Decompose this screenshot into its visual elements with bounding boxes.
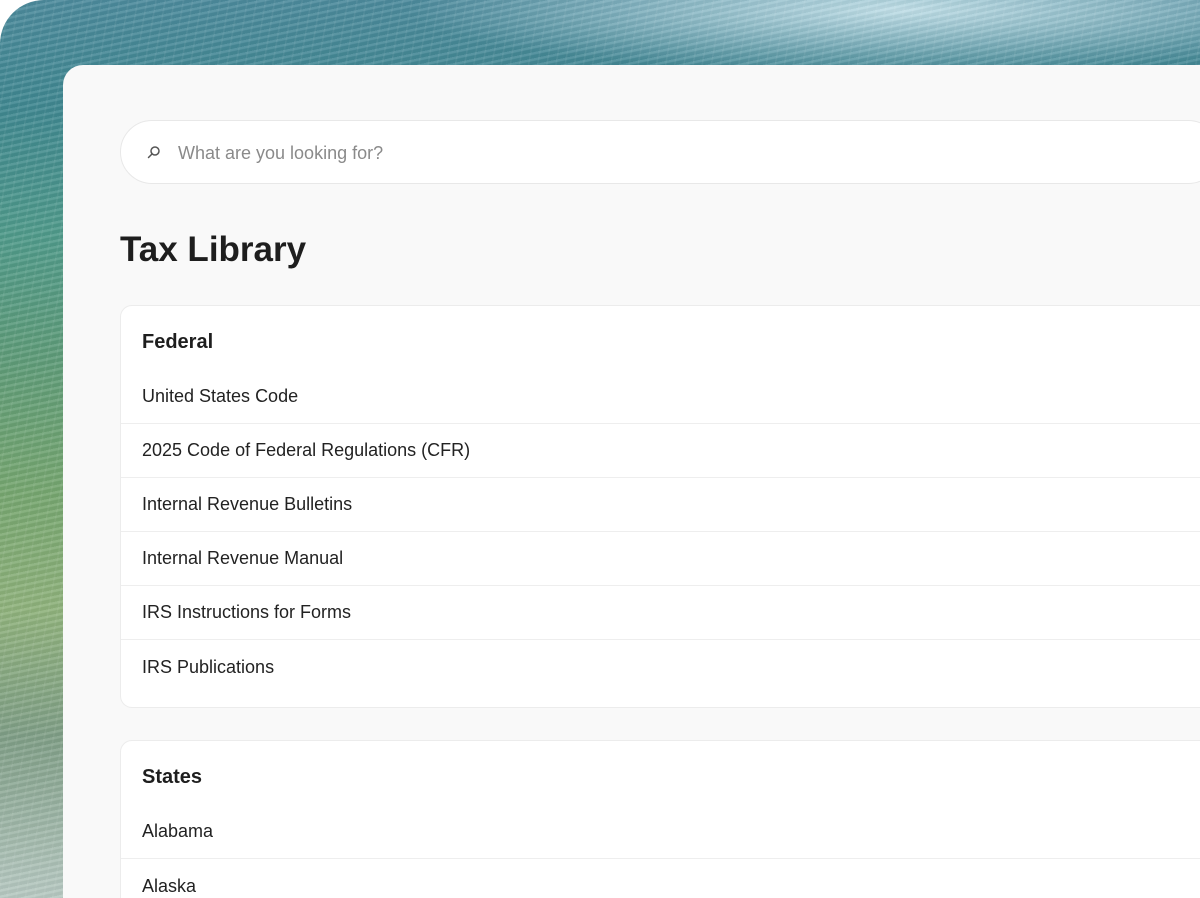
states-list: Alabama Alaska — [121, 805, 1200, 898]
list-item-label: Alaska — [142, 875, 197, 896]
federal-heading: Federal — [142, 331, 214, 353]
federal-item-united-states-code[interactable]: United States Code — [121, 370, 1200, 424]
federal-item-internal-revenue-bulletins[interactable]: Internal Revenue Bulletins — [121, 478, 1200, 532]
federal-item-irs-publications[interactable]: IRS Publications — [121, 640, 1200, 694]
search-input[interactable] — [178, 138, 1138, 168]
federal-item-cfr[interactable]: 2025 Code of Federal Regulations (CFR) — [121, 424, 1200, 478]
list-item-label: Internal Revenue Manual — [142, 548, 344, 568]
states-section: States Alabama Alaska — [120, 740, 1200, 898]
federal-list: United States Code 2025 Code of Federal … — [121, 370, 1200, 694]
list-item-label: IRS Instructions for Forms — [142, 602, 352, 622]
list-item-label: Internal Revenue Bulletins — [142, 494, 353, 514]
states-heading: States — [142, 766, 203, 788]
federal-item-internal-revenue-manual[interactable]: Internal Revenue Manual — [121, 532, 1200, 586]
list-item-label: Alabama — [142, 821, 214, 841]
list-item-label: 2025 Code of Federal Regulations (CFR) — [142, 440, 471, 460]
search-icon — [147, 145, 161, 159]
search-bar[interactable] — [120, 120, 1200, 184]
page-title: Tax Library — [120, 230, 307, 269]
states-item-alabama[interactable]: Alabama — [121, 805, 1200, 859]
list-item-label: United States Code — [142, 386, 299, 406]
federal-section: Federal United States Code 2025 Code of … — [120, 305, 1200, 708]
main-panel: Tax Library Federal United States Code 2… — [63, 65, 1200, 898]
states-item-alaska[interactable]: Alaska — [121, 859, 1200, 898]
list-item-label: IRS Publications — [142, 656, 275, 677]
federal-item-irs-instructions-for-forms[interactable]: IRS Instructions for Forms — [121, 586, 1200, 640]
